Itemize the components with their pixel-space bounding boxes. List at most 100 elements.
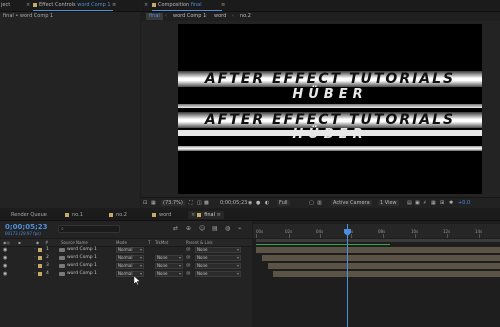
mode-dropdown[interactable]: Normal ▾ bbox=[116, 255, 144, 261]
resolution-dropdown[interactable]: Full bbox=[277, 200, 290, 206]
toggle-transparency-icon[interactable]: ▥ bbox=[317, 200, 322, 206]
eye-icon[interactable]: ◉ bbox=[3, 255, 7, 261]
close-icon[interactable]: × bbox=[191, 212, 195, 218]
composition-viewer[interactable]: AFTER EFFECT TUTORIALS HÜBER AFTER EFFEC… bbox=[178, 24, 482, 194]
show-snapshot-icon[interactable]: ● bbox=[256, 200, 260, 206]
mask-icon[interactable]: ◫ bbox=[197, 200, 202, 206]
close-icon[interactable]: × bbox=[26, 2, 30, 9]
trkmat-dropdown[interactable]: None ▾ bbox=[155, 255, 183, 261]
parent-dropdown[interactable]: None ▾ bbox=[195, 263, 241, 269]
table-row[interactable]: ◉ › 2 word Comp 1 Normal ▾ None ▾ @ None ▾ bbox=[0, 254, 252, 262]
frame-blending-icon[interactable]: ▤ bbox=[212, 225, 218, 233]
col-parent[interactable]: Parent & Link bbox=[186, 240, 213, 245]
channel-icon[interactable]: ◐ bbox=[265, 200, 269, 206]
current-time[interactable]: 0;00;05;23 bbox=[5, 223, 48, 231]
project-tab[interactable]: ject bbox=[1, 2, 10, 9]
table-row[interactable]: ◉ › 4 word Comp 1 Normal ▾ None ▾ @ None ▾ bbox=[0, 270, 252, 278]
layer-name[interactable]: word Comp 1 bbox=[67, 263, 97, 269]
comp-navigator: final ‹ word Comp 1 ‹ word ‹ no.2 bbox=[141, 12, 500, 21]
layer-duration-bar[interactable] bbox=[256, 247, 500, 253]
magnify-icon[interactable]: ⊡ bbox=[143, 200, 147, 206]
layer-name[interactable]: word Comp 1 bbox=[67, 255, 97, 261]
tab-final[interactable]: × final ≡ bbox=[188, 211, 224, 219]
draft-3d-icon[interactable]: ⊕ bbox=[186, 225, 191, 233]
col-source-name[interactable]: Source Name bbox=[61, 240, 88, 245]
grid-icon[interactable]: ▦ bbox=[151, 200, 156, 206]
parent-dropdown[interactable]: None ▾ bbox=[195, 247, 241, 253]
label-swatch[interactable] bbox=[38, 264, 42, 268]
expand-icon[interactable]: › bbox=[34, 271, 36, 277]
layer-duration-bar[interactable] bbox=[262, 255, 500, 261]
time-ruler[interactable]: 00s 02s 04s 06s 08s 10s 12s 14s bbox=[253, 224, 500, 238]
parent-dropdown[interactable]: None ▾ bbox=[195, 271, 241, 277]
panel-menu-icon[interactable]: ≡ bbox=[221, 2, 225, 9]
layout-icon[interactable]: ▤ bbox=[407, 200, 412, 206]
layer-name[interactable]: word Comp 1 bbox=[67, 247, 97, 253]
graph-editor-icon[interactable]: ⌁ bbox=[238, 225, 242, 233]
panel-menu-icon[interactable]: ≡ bbox=[217, 212, 221, 218]
nav-final[interactable]: final bbox=[146, 13, 163, 20]
pickwhip-icon[interactable]: @ bbox=[186, 247, 191, 253]
flowchart-icon[interactable]: ⊞ bbox=[440, 200, 444, 206]
tab-no1[interactable]: no.1 bbox=[62, 211, 86, 219]
expand-icon[interactable]: › bbox=[34, 263, 36, 269]
timeline-icon[interactable]: ▦ bbox=[431, 200, 436, 206]
lock-icon[interactable]: ▪ bbox=[18, 240, 21, 245]
trkmat-dropdown[interactable]: None ▾ bbox=[155, 263, 183, 269]
motion-blur-icon[interactable]: ◍ bbox=[225, 225, 230, 233]
mode-dropdown[interactable]: Normal ▾ bbox=[116, 247, 144, 253]
mode-dropdown[interactable]: Normal ▾ bbox=[116, 263, 144, 269]
col-trkmat[interactable]: TrkMat bbox=[155, 240, 168, 245]
table-row[interactable]: ◉ › 3 word Comp 1 Normal ▾ None ▾ @ None ▾ bbox=[0, 262, 252, 270]
render-icon[interactable]: ▣ bbox=[415, 200, 420, 206]
work-area-bar[interactable] bbox=[256, 239, 500, 242]
layer-duration-bar[interactable] bbox=[273, 271, 500, 277]
playhead-line[interactable] bbox=[347, 224, 348, 327]
label-swatch[interactable] bbox=[38, 248, 42, 252]
trkmat-dropdown[interactable]: None ▾ bbox=[155, 271, 183, 277]
layer-search-input[interactable]: ⌕ bbox=[58, 225, 120, 233]
label-icon[interactable]: ◆ bbox=[36, 240, 39, 245]
nav-no2[interactable]: no.2 bbox=[237, 13, 254, 20]
panel-menu-icon[interactable]: ≡ bbox=[112, 2, 116, 9]
views-dropdown[interactable]: 1 View bbox=[378, 200, 399, 206]
close-icon[interactable]: × bbox=[144, 2, 148, 9]
expand-icon[interactable]: › bbox=[34, 255, 36, 261]
tab-word[interactable]: word bbox=[149, 211, 174, 219]
composition-tab[interactable]: Composition final bbox=[152, 2, 202, 9]
eye-icon[interactable]: ◉ bbox=[3, 247, 7, 253]
av-toggle-icon[interactable]: ◉◎ bbox=[3, 240, 10, 245]
expand-icon[interactable]: › bbox=[34, 247, 36, 253]
parent-dropdown[interactable]: None ▾ bbox=[195, 255, 241, 261]
nav-word[interactable]: word bbox=[211, 13, 229, 20]
effect-controls-tab[interactable]: Effect Controls word Comp 1 bbox=[33, 2, 111, 9]
layer-duration-bar[interactable] bbox=[268, 263, 500, 269]
shy-layers-icon[interactable]: ☺ bbox=[199, 225, 205, 233]
pickwhip-icon[interactable]: @ bbox=[186, 263, 191, 269]
label-swatch[interactable] bbox=[38, 272, 42, 276]
snapshot-icon[interactable]: ◉ bbox=[248, 200, 252, 206]
camera-dropdown[interactable]: Active Camera bbox=[331, 200, 372, 206]
fast-preview-icon[interactable]: ⚡ bbox=[423, 200, 427, 206]
label-swatch[interactable] bbox=[38, 256, 42, 260]
fit-icon[interactable]: ⛶ bbox=[189, 200, 193, 206]
eye-icon[interactable]: ◉ bbox=[3, 271, 7, 277]
lock-icon bbox=[33, 2, 37, 7]
tab-render-queue[interactable]: Render Queue bbox=[8, 211, 50, 219]
roi-icon[interactable]: ▢ bbox=[309, 200, 314, 206]
eye-icon[interactable]: ◉ bbox=[3, 263, 7, 269]
exposure-icon[interactable]: ✱ bbox=[449, 200, 453, 206]
col-mode[interactable]: Mode bbox=[116, 240, 127, 245]
viewer-toolbar: ⊡ ▦ (73.7%) ⛶ ◫ ▩ 0;00;05;23 ◉ ● ◐ Full … bbox=[141, 197, 500, 208]
layer-name[interactable]: word Comp 1 bbox=[67, 271, 97, 277]
nav-separator: ‹ bbox=[232, 13, 234, 19]
zoom-dropdown[interactable]: (73.7%) bbox=[161, 200, 185, 206]
transparency-icon[interactable]: ▩ bbox=[204, 200, 209, 206]
pickwhip-icon[interactable]: @ bbox=[186, 255, 191, 261]
tab-no2[interactable]: no.2 bbox=[106, 211, 130, 219]
pickwhip-icon[interactable]: @ bbox=[186, 271, 191, 277]
comp-mini-flowchart-icon[interactable]: ⇄ bbox=[173, 225, 178, 233]
table-row[interactable]: ◉ › 1 word Comp 1 Normal ▾ @ None ▾ bbox=[0, 246, 252, 254]
exposure-value[interactable]: +0.0 bbox=[458, 200, 470, 206]
viewer-timecode[interactable]: 0;00;05;23 bbox=[220, 200, 247, 206]
